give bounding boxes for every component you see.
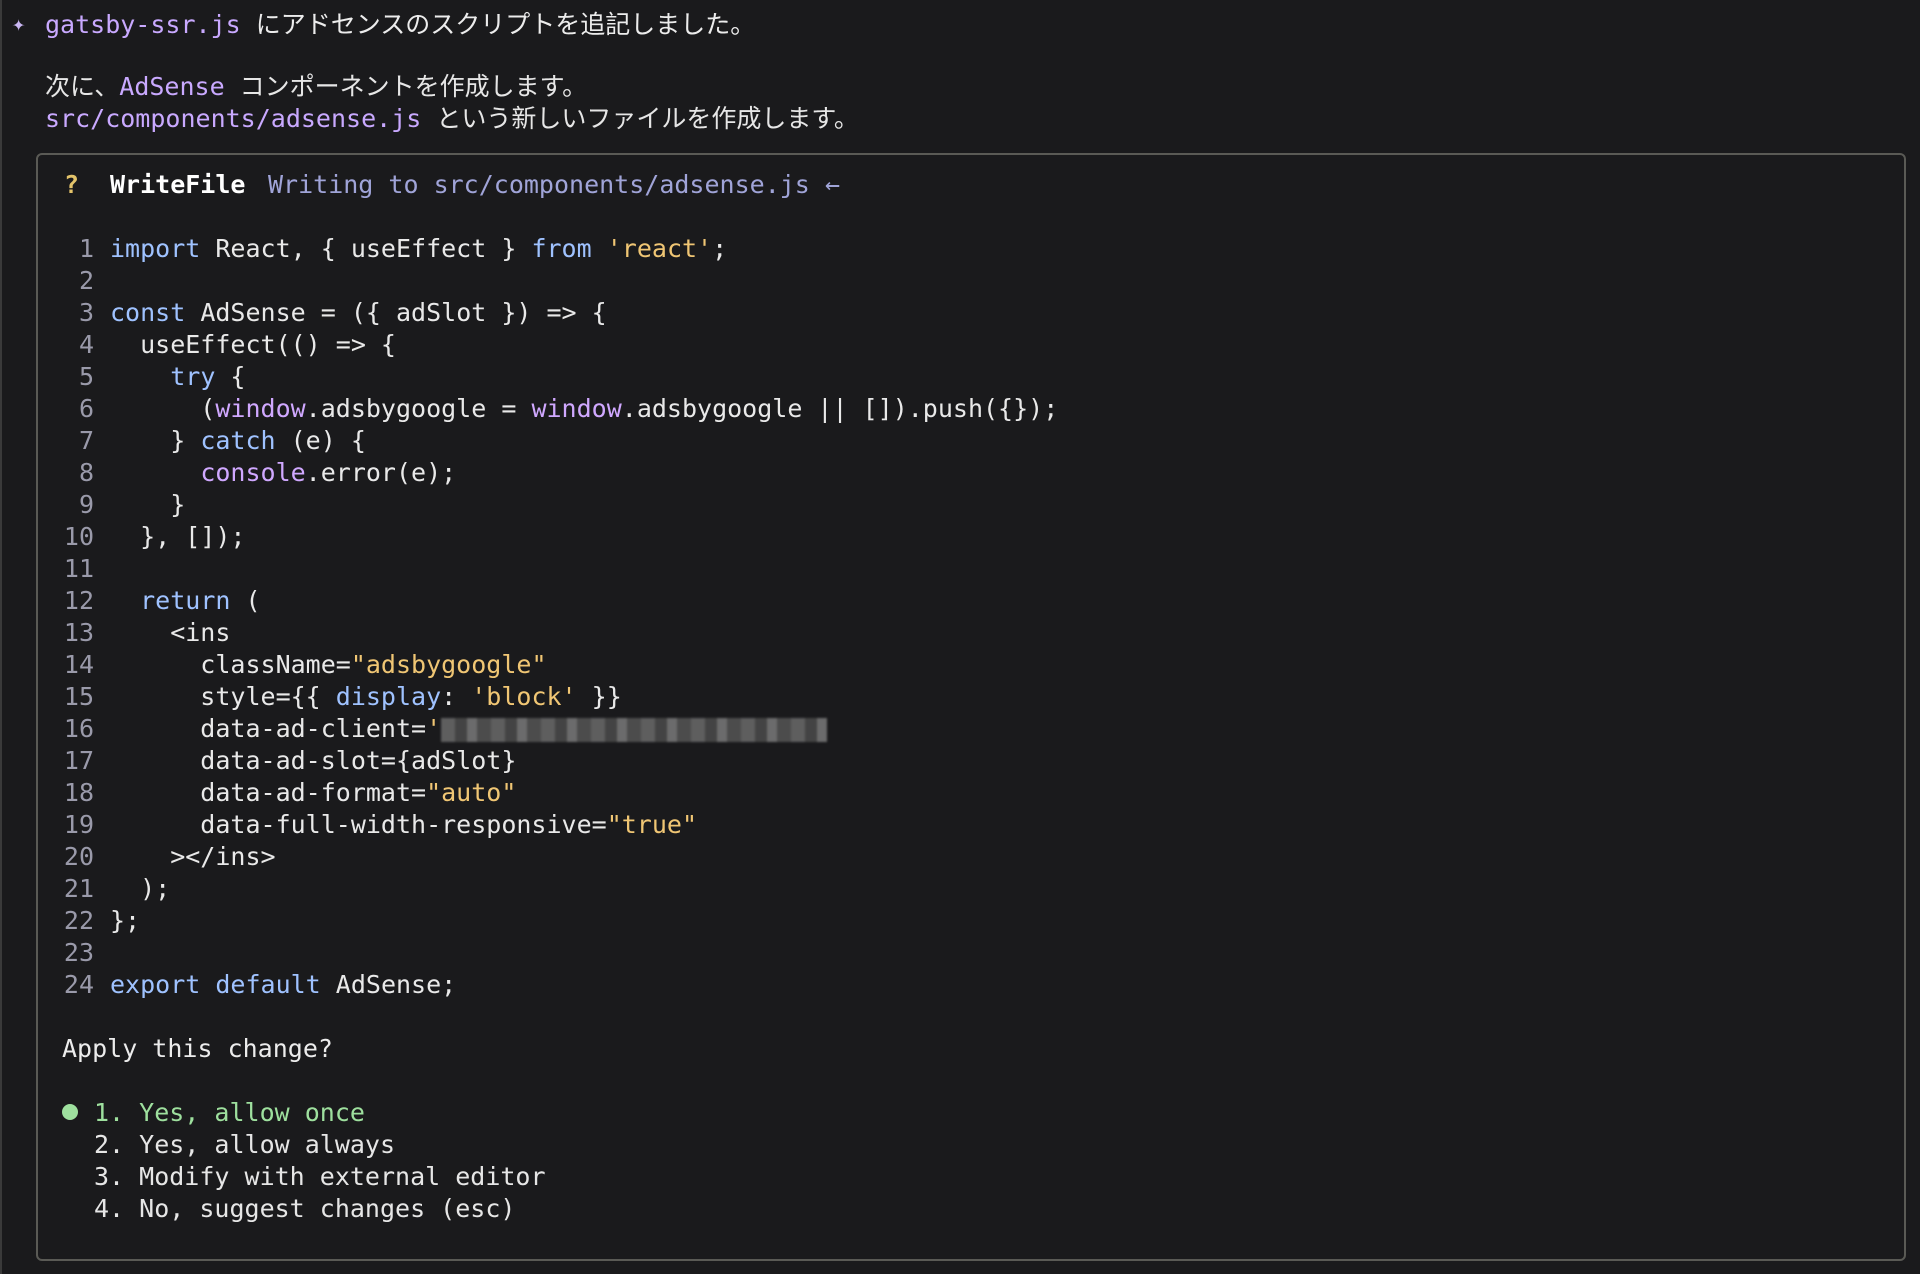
tool-description: Writing to src/components/adsense.js ←: [268, 170, 840, 199]
new-file-path: src/components/adsense.js: [45, 104, 422, 133]
line-number: 5: [78, 362, 94, 391]
line-number: 14: [63, 650, 94, 679]
redacted-client-id: [441, 718, 828, 742]
line-number: 4: [78, 330, 94, 359]
status-message: にアドセンスのスクリプトを追記しました。: [240, 10, 756, 39]
line-number: 13: [63, 618, 94, 647]
component-name: AdSense: [119, 72, 225, 101]
option-label: 1. Yes, allow once: [94, 1098, 365, 1127]
line-number: 15: [63, 682, 94, 711]
status-file: gatsby-ssr.js: [45, 10, 241, 39]
line-number: 6: [78, 394, 94, 423]
line-number: 20: [63, 842, 94, 871]
next-step-suffix: コンポーネントを作成します。: [224, 72, 588, 101]
line-number: 3: [78, 298, 94, 327]
apply-prompt: Apply this change?: [62, 1034, 333, 1063]
option-label: 2. Yes, allow always: [94, 1130, 396, 1159]
line-number: 19: [63, 810, 94, 839]
status-line: gatsby-ssr.js にアドセンスのスクリプトを追記しました。: [45, 9, 755, 41]
line-number: 8: [78, 458, 94, 487]
next-step-line-1: 次に、AdSense コンポーネントを作成します。: [45, 71, 587, 103]
line-number: 21: [63, 874, 94, 903]
line-number: 24: [63, 970, 94, 999]
sparkle-icon: ✦: [12, 12, 26, 37]
line-number: 18: [63, 778, 94, 807]
line-number: 11: [63, 554, 94, 583]
next-step-prefix: 次に、: [45, 72, 120, 101]
line-number: 9: [78, 490, 94, 519]
option-external-editor[interactable]: 3. Modify with external editor: [62, 1161, 546, 1193]
terminal-left-border: [0, 0, 2, 1274]
line-number: 22: [63, 906, 94, 935]
option-label: 3. Modify with external editor: [94, 1162, 546, 1191]
line-number: 16: [63, 714, 94, 743]
new-file-suffix: という新しいファイルを作成します。: [421, 104, 859, 133]
option-allow-always[interactable]: 2. Yes, allow always: [62, 1129, 395, 1161]
write-file-dialog: ? WriteFile Writing to src/components/ad…: [36, 153, 1906, 1261]
tool-name: WriteFile: [110, 170, 246, 199]
line-number: 7: [78, 426, 94, 455]
line-number: 23: [63, 938, 94, 967]
line-number: 17: [63, 746, 94, 775]
line-number: 2: [78, 266, 94, 295]
option-allow-once[interactable]: 1. Yes, allow once: [62, 1097, 365, 1129]
line-number: 10: [63, 522, 94, 551]
question-icon: ?: [64, 170, 80, 199]
next-step-line-2: src/components/adsense.js という新しいファイルを作成し…: [45, 103, 859, 135]
line-number: 12: [63, 586, 94, 615]
option-suggest-changes[interactable]: 4. No, suggest changes (esc): [62, 1193, 515, 1225]
line-number: 1: [78, 234, 94, 263]
option-label: 4. No, suggest changes (esc): [94, 1194, 516, 1223]
selected-dot-icon: [62, 1104, 78, 1120]
